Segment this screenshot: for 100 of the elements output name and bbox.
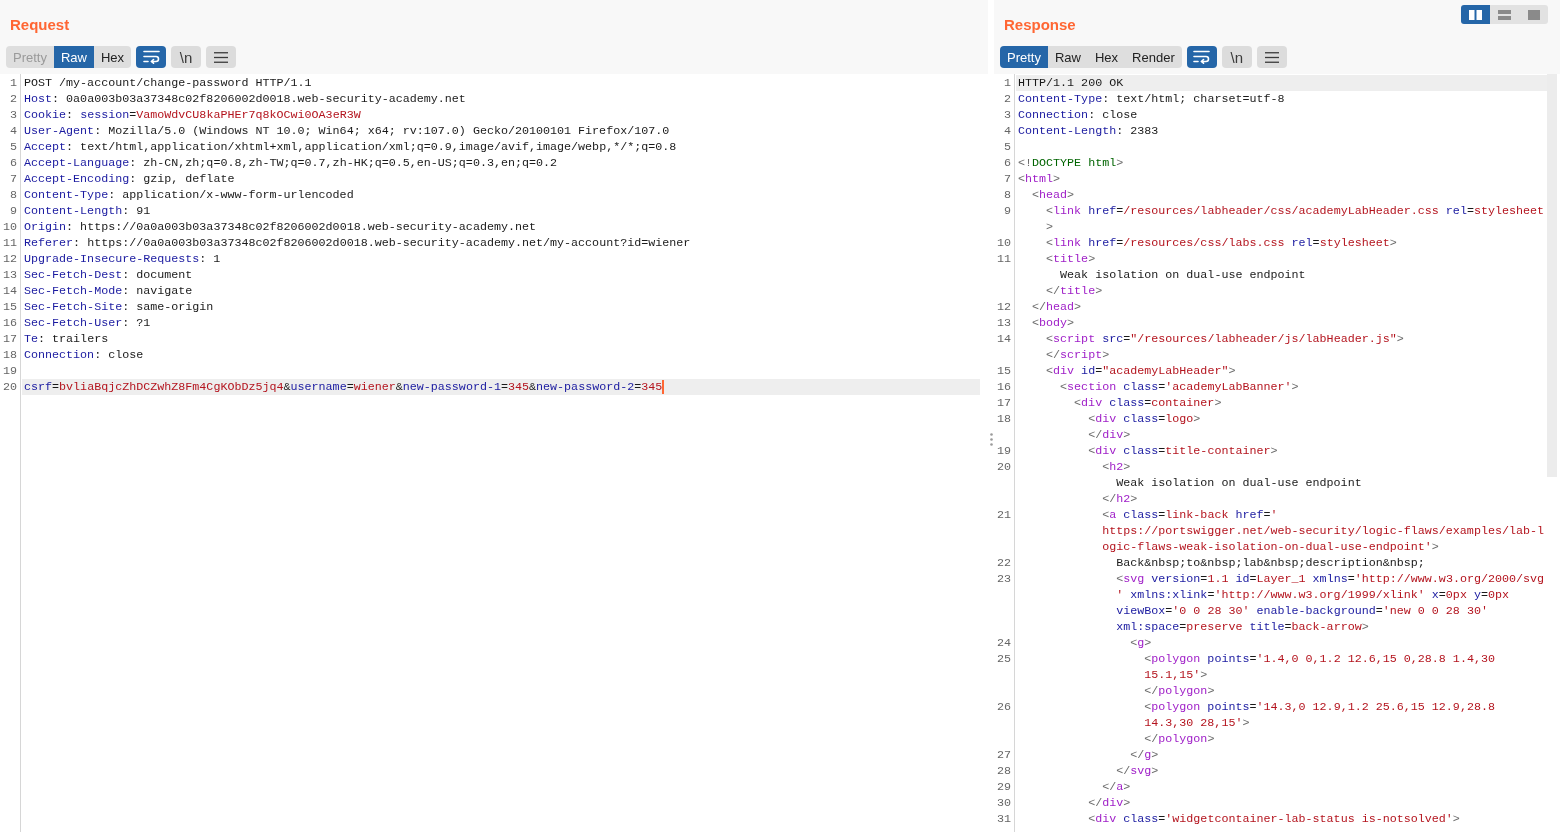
code-line: Host: 0a0a003b03a37348c02f8206002d0018.web-security-academy.net: [24, 91, 466, 107]
line-number: 14: [995, 331, 1011, 347]
code-line: Connection: close: [24, 347, 144, 363]
view-tab[interactable]: Raw: [53, 46, 94, 68]
line-number: 4: [9, 123, 17, 139]
code-line: </svg>: [1116, 763, 1159, 779]
code-line: Back&nbsp;to&nbsp;lab&nbsp;description&nbsp;: [1116, 555, 1425, 571]
code-line: Connection: close: [1018, 107, 1138, 123]
view-tab[interactable]: Render: [1125, 46, 1182, 68]
line-number: 16: [995, 379, 1011, 395]
code-line: Upgrade-Insecure-Requests: 1: [24, 251, 221, 267]
line-number: 16: [1, 315, 17, 331]
line-number: 20: [1, 379, 17, 395]
line-number: 22: [995, 555, 1011, 571]
code-line: </div>: [1088, 795, 1131, 811]
wrap-lines-button[interactable]: [1186, 46, 1217, 68]
code-line: <div class=title-container>: [1088, 443, 1278, 459]
drag-handle-icon[interactable]: [989, 433, 993, 446]
line-number: 8: [1003, 187, 1011, 203]
wrap-icon: [142, 50, 160, 64]
line-number: 1: [9, 75, 17, 91]
line-number: 4: [1003, 123, 1011, 139]
line-number: 7: [9, 171, 17, 187]
line-number: 19: [995, 443, 1011, 459]
line-number: 10: [1, 219, 17, 235]
split-columns-icon: [1469, 9, 1482, 20]
line-number: 29: [995, 779, 1011, 795]
line-number: 25: [995, 651, 1011, 667]
split-rows-icon: [1498, 9, 1511, 20]
code-line: Content-Length: 91: [24, 203, 151, 219]
code-line: <h2>: [1102, 459, 1131, 475]
code-line: Sec-Fetch-Mode: navigate: [24, 283, 193, 299]
line-number: 2: [1003, 91, 1011, 107]
code-line: </g>: [1130, 747, 1159, 763]
layout-button[interactable]: [1519, 5, 1548, 24]
single-panel-icon: [1527, 9, 1540, 20]
code-line: <!DOCTYPE html>: [1018, 155, 1124, 171]
view-tab[interactable]: Hex: [94, 46, 132, 68]
code-line: <link href=/resources/labheader/css/academyLabHeader.css rel=stylesheet: [1046, 203, 1545, 219]
code-line: </polygon>: [1144, 731, 1215, 747]
line-number: 3: [1003, 107, 1011, 123]
line-number: 2: [9, 91, 17, 107]
menu-button[interactable]: [206, 46, 237, 68]
code-line: </div>: [1088, 427, 1131, 443]
code-line: <a class=link-back href=': [1102, 507, 1278, 523]
code-line: </a>: [1102, 779, 1131, 795]
code-line: Accept-Encoding: gzip, deflate: [24, 171, 235, 187]
code-line: <div id="academyLabHeader">: [1046, 363, 1236, 379]
code-line: <div class='widgetcontainer-lab-status is-notsolved'>: [1088, 811, 1460, 827]
code-line: Accept-Language: zh-CN,zh;q=0.8,zh-TW;q=0.7,zh-HK;q=0.5,en-US;q=0.3,en;q=0.2: [24, 155, 558, 171]
pane-title: Request: [10, 16, 70, 34]
line-number: 31: [995, 811, 1011, 827]
code-line: viewBox='0 0 28 30' enable-background='new 0 0 28 30': [1116, 603, 1488, 619]
line-number: 7: [1003, 171, 1011, 187]
code-line: https://portswigger.net/web-security/logic-flaws/examples/lab-l: [1102, 523, 1545, 539]
line-number: 15: [995, 363, 1011, 379]
code-line: </script>: [1046, 347, 1110, 363]
line-number: 18: [1, 347, 17, 363]
line-number: 11: [1, 235, 17, 251]
line-number: 8: [9, 187, 17, 203]
line-number: 3: [9, 107, 17, 123]
line-number: 17: [1, 331, 17, 347]
code-line: <link href=/resources/css/labs.css rel=stylesheet>: [1046, 235, 1397, 251]
layout-button[interactable]: [1490, 5, 1519, 24]
line-number: 15: [1, 299, 17, 315]
view-tab[interactable]: Pretty: [1000, 46, 1048, 68]
code-line: Content-Length: 2383: [1018, 123, 1159, 139]
code-line: Sec-Fetch-User: ?1: [24, 315, 151, 331]
line-number: 23: [995, 571, 1011, 587]
code-line: <script src="/resources/labheader/js/labHeader.js">: [1046, 331, 1404, 347]
line-number: 18: [995, 411, 1011, 427]
code-line: Origin: https://0a0a003b03a37348c02f8206002d0018.web-security-academy.net: [24, 219, 536, 235]
code-line: <div class=container>: [1074, 395, 1222, 411]
newline-toggle-button[interactable]: \n: [171, 46, 202, 68]
line-number: 26: [995, 699, 1011, 715]
layout-button[interactable]: [1461, 5, 1490, 24]
code-line: <div class=logo>: [1088, 411, 1201, 427]
wrap-lines-button[interactable]: [136, 46, 167, 68]
line-number: 21: [995, 507, 1011, 523]
code-line: 14.3,30 28,15'>: [1144, 715, 1250, 731]
code-line: Weak isolation on dual-use endpoint: [1060, 267, 1306, 283]
code-editor[interactable]: [994, 74, 1547, 832]
code-line: >: [1046, 219, 1054, 235]
code-line: 15.1,15'>: [1144, 667, 1208, 683]
newline-toggle-button[interactable]: \n: [1221, 46, 1252, 68]
code-line: Cookie: session=VamoWdvCU8kaPHEr7q8kOCwi0OA3eR3W: [24, 107, 361, 123]
menu-button[interactable]: [1256, 46, 1287, 68]
code-line: Referer: https://0a0a003b03a37348c02f8206002d0018.web-security-academy.net/my-account?id=wiener: [24, 235, 691, 251]
code-line: <title>: [1046, 251, 1096, 267]
view-tab[interactable]: Hex: [1088, 46, 1126, 68]
line-number: 6: [9, 155, 17, 171]
code-line: Content-Type: text/html; charset=utf-8: [1018, 91, 1285, 107]
line-number: 11: [995, 251, 1011, 267]
code-line: <svg version=1.1 id=Layer_1 xmlns='http://www.w3.org/2000/svg: [1116, 571, 1545, 587]
wrap-icon: [1193, 50, 1211, 64]
code-line: </h2>: [1102, 491, 1138, 507]
view-tab[interactable]: Raw: [1047, 46, 1088, 68]
line-number: 5: [9, 139, 17, 155]
code-line: Sec-Fetch-Dest: document: [24, 267, 193, 283]
code-line: <section class='academyLabBanner'>: [1060, 379, 1299, 395]
